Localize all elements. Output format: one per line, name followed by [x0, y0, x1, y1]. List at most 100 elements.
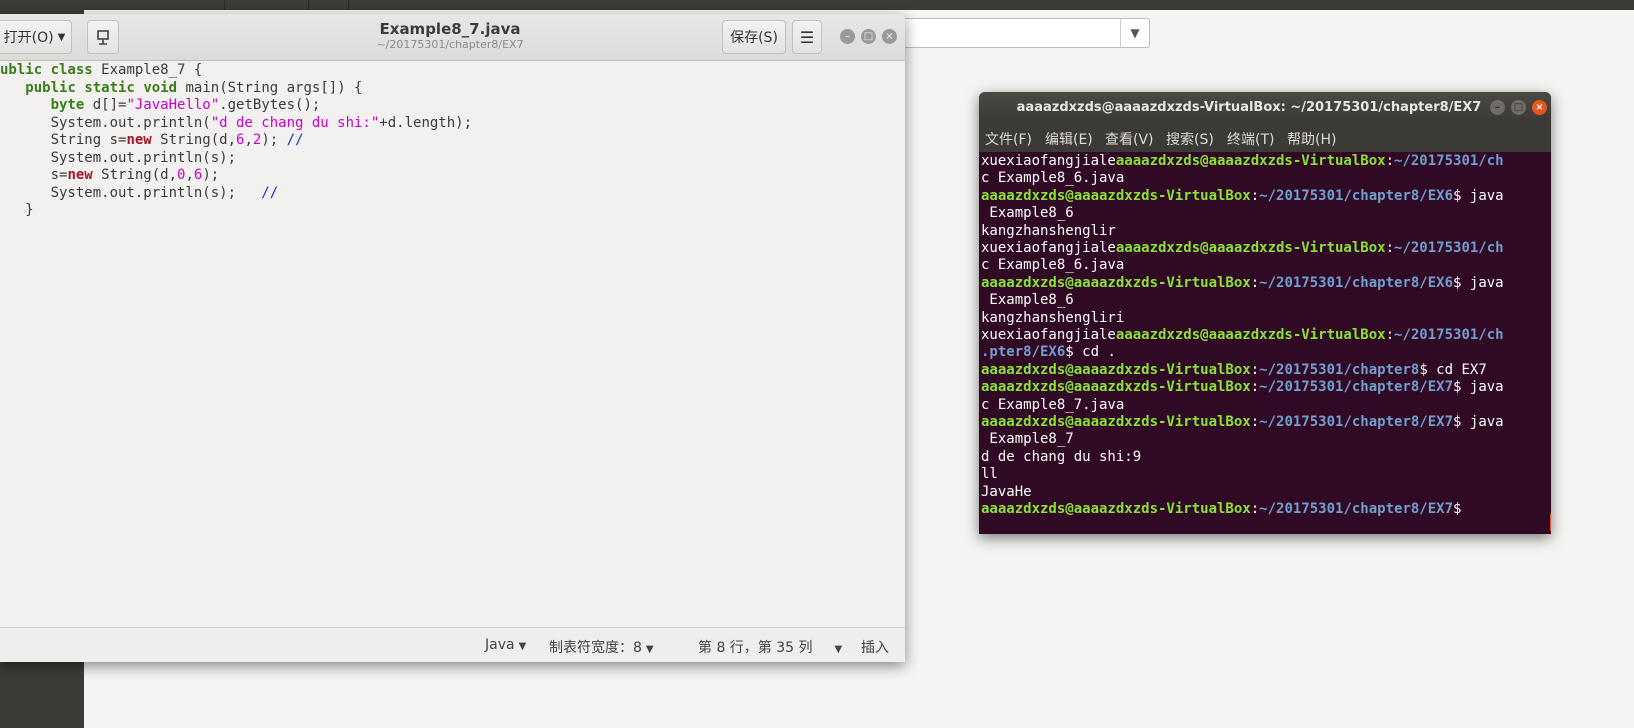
terminal-line: Example8_6 [981, 204, 1073, 222]
terminal-token: c Example8_7.java [981, 396, 1125, 413]
menu-help[interactable]: 帮助(H) [1287, 129, 1336, 149]
terminal-token: xuexiaofangjiale [981, 327, 1116, 343]
menu-terminal[interactable]: 终端(T) [1227, 129, 1274, 149]
terminal-menu-bar: 文件(F) 编辑(E) 查看(V) 搜索(S) 终端(T) 帮助(H) [979, 124, 1551, 152]
terminal-window: aaaazdxzds@aaaazdxzds-VirtualBox: ~/2017… [979, 92, 1551, 534]
menu-file[interactable]: 文件(F) [985, 129, 1032, 149]
gedit-header-bar: 打开(O) ▼ Example8_7.java ~/20175301/chapt… [0, 14, 905, 61]
menu-view[interactable]: 查看(V) [1105, 129, 1154, 149]
code-token: String(d, [92, 167, 178, 183]
code-token: main(String args[]) { [177, 79, 363, 96]
terminal-token: ~/20175301/ch [1394, 153, 1504, 169]
menu-edit[interactable]: 编辑(E) [1045, 129, 1093, 149]
code-line: s=new String(d,0,6); [0, 166, 220, 184]
chevron-down-icon[interactable]: ▼ [1120, 19, 1149, 47]
maximize-icon[interactable]: □ [1511, 100, 1526, 115]
terminal-line: c Example8_7.java [981, 396, 1124, 414]
terminal-token: : [1250, 187, 1260, 204]
code-token: System.out.println(s); [0, 149, 237, 166]
terminal-token: $ java [1453, 274, 1504, 291]
terminal-token: : [1250, 379, 1260, 396]
chevron-down-icon: ▼ [518, 641, 527, 652]
save-button[interactable]: 保存(S) [722, 20, 786, 54]
cursor-position-selector[interactable]: 第 8 行，第 35 列 ▼ [698, 637, 842, 657]
open-button[interactable]: 打开(O) ▼ [0, 20, 72, 54]
terminal-token: xuexiaofangjiale [981, 240, 1116, 256]
code-line: ublic class Example8_7 { [0, 61, 202, 79]
terminal-token: JavaHe [981, 483, 1032, 500]
terminal-token: : [1250, 274, 1260, 291]
terminal-token: aaaazdxzds@aaaazdxzds-VirtualBox [1115, 327, 1386, 343]
terminal-token: kangzhanshengliri [981, 309, 1125, 326]
terminal-line: kangzhanshenglir [981, 222, 1116, 240]
code-line: byte d[]="JavaHello".getBytes(); [0, 96, 321, 114]
terminal-token: : [1250, 501, 1260, 517]
terminal-token: Example8_6 [981, 292, 1074, 309]
terminal-cursor [1550, 514, 1551, 531]
hamburger-menu-icon[interactable]: ☰ [792, 20, 822, 54]
code-token: public [25, 79, 76, 96]
new-document-button[interactable] [87, 20, 119, 54]
code-token: System.out.println(s); [0, 184, 262, 201]
code-token: // [286, 132, 304, 148]
terminal-token: ~/20175301/ch [1394, 240, 1504, 256]
terminal-token: $ java [1453, 414, 1504, 430]
tab-segment[interactable] [308, 0, 349, 10]
insert-mode-label: 插入 [861, 640, 889, 656]
gedit-window: 打开(O) ▼ Example8_7.java ~/20175301/chapt… [0, 14, 905, 662]
terminal-token: aaaazdxzds@aaaazdxzds-VirtualBox [1115, 240, 1386, 256]
tab-segment[interactable] [224, 0, 309, 10]
terminal-token: c Example8_6.java [981, 257, 1125, 274]
terminal-token: aaaazdxzds@aaaazdxzds-VirtualBox [981, 379, 1251, 396]
terminal-title-bar: aaaazdxzds@aaaazdxzds-VirtualBox: ~/2017… [979, 92, 1551, 124]
tab-segment[interactable] [140, 0, 225, 10]
terminal-line: d de chang du shi:9 [981, 448, 1141, 466]
terminal-line: c Example8_6.java [981, 256, 1124, 274]
terminal-token: : [1385, 153, 1395, 169]
close-icon[interactable]: × [1532, 100, 1547, 115]
terminal-token: xuexiaofangjiale [981, 153, 1116, 169]
code-token: class [50, 62, 93, 78]
terminal-token: ~/20175301/chapter8 [1259, 361, 1420, 378]
close-icon[interactable]: × [882, 29, 897, 44]
code-token: new [67, 167, 93, 183]
tab-width-selector[interactable]: 制表符宽度：8 ▼ [549, 637, 654, 657]
terminal-line: xuexiaofangjialeaaaazdxzds@aaaazdxzds-Vi… [981, 239, 1504, 257]
terminal-token: ~/20175301/ch [1394, 327, 1504, 343]
minimize-icon[interactable]: – [840, 29, 855, 44]
open-button-label: 打开(O) [3, 30, 54, 46]
minimize-icon[interactable]: – [1490, 100, 1505, 115]
terminal-line: Example8_7 [981, 430, 1073, 448]
code-token: ); [261, 132, 287, 148]
terminal-token: ll [981, 466, 998, 483]
language-selector[interactable]: Java ▼ [485, 637, 526, 653]
terminal-token: : [1250, 414, 1260, 430]
terminal-line: .pter8/EX6$ cd . [981, 343, 1116, 361]
code-line: System.out.println(s); [0, 149, 236, 167]
code-token: ); [202, 167, 220, 183]
code-token: // [261, 184, 279, 201]
menu-search[interactable]: 搜索(S) [1166, 129, 1214, 149]
terminal-output[interactable]: xuexiaofangjialeaaaazdxzds@aaaazdxzds-Vi… [979, 152, 1551, 534]
code-token: "d de chang du shi:" [210, 114, 380, 131]
code-editor[interactable]: ublic class Example8_7 { public static v… [0, 61, 905, 627]
tab-width-label: 制表符宽度：8 [549, 640, 642, 656]
terminal-token: aaaazdxzds@aaaazdxzds-VirtualBox [1115, 153, 1386, 169]
terminal-line: aaaazdxzds@aaaazdxzds-VirtualBox:~/20175… [981, 187, 1504, 205]
terminal-line: Example8_6 [981, 291, 1074, 309]
code-token: void [143, 79, 178, 96]
code-token: } [0, 202, 34, 218]
code-token: String s= [0, 132, 127, 148]
maximize-icon[interactable]: □ [861, 29, 876, 44]
code-token: String(d, [151, 132, 237, 148]
terminal-token: : [1385, 327, 1395, 343]
document-pin-icon [97, 30, 109, 45]
terminal-line: aaaazdxzds@aaaazdxzds-VirtualBox:~/20175… [981, 378, 1504, 396]
terminal-token: ~/20175301/chapter8/EX6 [1259, 187, 1454, 204]
code-line: System.out.println("d de chang du shi:"+… [0, 114, 472, 132]
background-combo-box[interactable]: ▼ [890, 18, 1150, 48]
terminal-line: xuexiaofangjialeaaaazdxzds@aaaazdxzds-Vi… [981, 152, 1504, 170]
terminal-line: aaaazdxzds@aaaazdxzds-VirtualBox:~/20175… [981, 361, 1487, 379]
code-token: new [126, 132, 152, 148]
